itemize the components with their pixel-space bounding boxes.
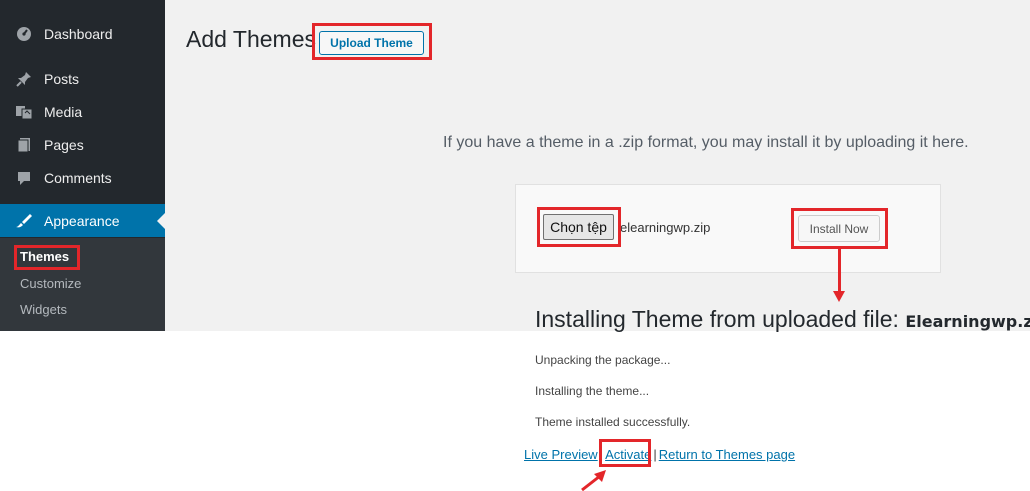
admin-sidebar: Dashboard Posts Media Pages Comments App…	[0, 0, 165, 331]
pages-icon	[14, 135, 34, 155]
media-icon	[14, 102, 34, 122]
sidebar-item-posts[interactable]: Posts	[0, 62, 165, 95]
sidebar-item-label: Posts	[44, 70, 80, 87]
return-to-themes-link[interactable]: Return to Themes page	[659, 447, 795, 462]
arrow-down-icon	[833, 291, 845, 302]
submenu-item-widgets[interactable]: Widgets	[20, 302, 67, 317]
install-result-file: Elearningwp.zip	[905, 312, 1030, 331]
highlight-activate	[599, 439, 651, 467]
install-result-title: Installing Theme from uploaded file: Ele…	[535, 306, 1030, 333]
active-indicator	[157, 212, 165, 229]
arrow-up-right-icon	[581, 470, 606, 491]
sidebar-item-pages[interactable]: Pages	[0, 128, 165, 161]
highlight-choose-file	[537, 207, 621, 247]
install-step-success: Theme installed successfully.	[535, 415, 691, 429]
install-result-heading: Installing Theme from uploaded file:	[535, 306, 899, 332]
install-step-unpacking: Unpacking the package...	[535, 353, 671, 367]
sidebar-item-label: Dashboard	[44, 25, 113, 42]
live-preview-link[interactable]: Live Preview	[524, 447, 598, 462]
sidebar-item-appearance[interactable]: Appearance	[0, 204, 165, 237]
submenu-item-customize[interactable]: Customize	[20, 276, 81, 291]
sidebar-item-dashboard[interactable]: Dashboard	[0, 17, 165, 50]
pin-icon	[14, 69, 34, 89]
dashboard-icon	[14, 24, 34, 44]
sidebar-item-label: Pages	[44, 136, 84, 153]
page-title: Add Themes	[186, 26, 316, 52]
sidebar-item-label: Media	[44, 103, 83, 120]
sidebar-item-label: Appearance	[44, 212, 120, 229]
selected-file-name: elearningwp.zip	[620, 220, 711, 235]
sidebar-item-comments[interactable]: Comments	[0, 161, 165, 194]
brush-icon	[14, 211, 34, 231]
comments-icon	[14, 168, 34, 188]
link-separator: |	[653, 447, 657, 462]
highlight-upload-theme	[312, 23, 432, 60]
highlight-themes	[14, 245, 80, 270]
upload-hint: If you have a theme in a .zip format, yo…	[443, 134, 969, 151]
sidebar-item-media[interactable]: Media	[0, 95, 165, 128]
install-actions: Live Preview | Activate | Return to Themes p…	[524, 447, 795, 462]
sidebar-item-label: Comments	[44, 169, 112, 186]
install-step-installing: Installing the theme...	[535, 384, 650, 398]
arrow-down-line	[838, 249, 841, 293]
highlight-install-now	[791, 208, 888, 249]
